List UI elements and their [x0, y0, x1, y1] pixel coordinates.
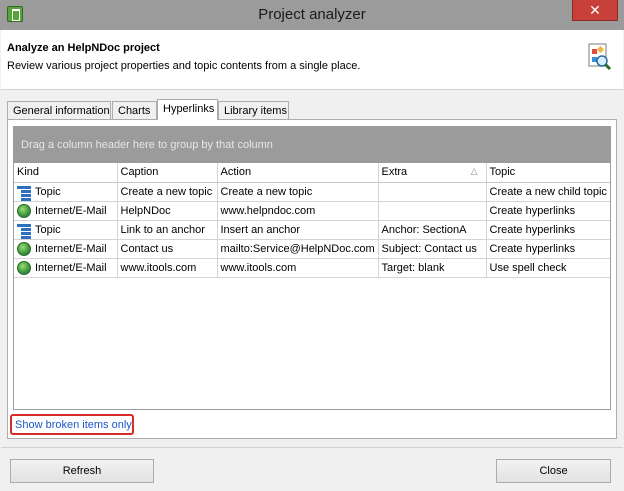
cell-topic: Create a new child topic — [486, 182, 610, 202]
cell-topic: Use spell check — [486, 258, 610, 278]
cell-topic: Create hyperlinks — [486, 220, 610, 240]
kind-cell-content: Topic — [17, 185, 114, 200]
header-panel: Analyze an HelpNDoc project Review vario… — [1, 30, 623, 90]
kind-label: Topic — [35, 185, 61, 198]
cell-caption: www.itools.com — [117, 258, 218, 278]
cell-caption: HelpNDoc — [117, 201, 218, 221]
header-title: Analyze an HelpNDoc project — [7, 42, 160, 54]
kind-label: Internet/E-Mail — [35, 261, 107, 274]
kind-cell-content: Topic — [17, 223, 114, 238]
topic-icon — [17, 223, 31, 238]
hyperlinks-grid: Drag a column header here to group by th… — [13, 126, 611, 410]
column-header-caption[interactable]: Caption — [117, 163, 218, 183]
kind-label: Internet/E-Mail — [35, 242, 107, 255]
topic-icon — [17, 185, 31, 200]
cell-caption: Contact us — [117, 239, 218, 259]
header-description: Review various project properties and to… — [7, 60, 361, 72]
cell-extra: Anchor: SectionA — [378, 220, 487, 240]
hyperlinks-tab-panel: Drag a column header here to group by th… — [7, 119, 617, 439]
globe-icon — [17, 203, 31, 218]
column-header-extra-label: Extra — [381, 166, 408, 179]
tab-hyperlinks[interactable]: Hyperlinks — [157, 99, 218, 120]
column-header-kind[interactable]: Kind — [14, 163, 118, 183]
column-header-extra[interactable]: Extra △ — [378, 163, 487, 183]
kind-cell-content: Internet/E-Mail — [17, 203, 114, 218]
hyperlinks-table: Kind Caption Action Extra △ Topic Topic Cr… — [14, 163, 610, 278]
window-close-button[interactable]: ✕ — [572, 0, 618, 21]
globe-icon — [17, 260, 31, 275]
bottom-button-bar: Refresh Close — [1, 447, 623, 490]
cell-action: www.helpndoc.com — [217, 201, 379, 221]
cell-topic: Create hyperlinks — [486, 239, 610, 259]
table-row[interactable]: Topic Create a new topic Create a new topi… — [14, 182, 610, 202]
cell-kind: Internet/E-Mail — [14, 239, 118, 259]
table-header-row: Kind Caption Action Extra △ Topic — [14, 163, 610, 183]
kind-cell-content: Internet/E-Mail — [17, 260, 114, 275]
table-row[interactable]: Internet/E-Mail Contact us mailto:Service@… — [14, 239, 610, 259]
table-row[interactable]: Internet/E-Mail HelpNDoc www.helpndoc.com C… — [14, 201, 610, 221]
table-body: Topic Create a new topic Create a new topi… — [14, 182, 610, 278]
globe-icon — [17, 241, 31, 256]
tab-charts[interactable]: Charts — [112, 101, 157, 119]
close-button[interactable]: Close — [496, 459, 611, 483]
table-row[interactable]: Topic Link to an anchor Insert an anchor An… — [14, 220, 610, 240]
cell-action: Insert an anchor — [217, 220, 379, 240]
project-analyze-icon — [588, 43, 612, 71]
cell-action: mailto:Service@HelpNDoc.com — [217, 239, 379, 259]
cell-kind: Internet/E-Mail — [14, 201, 118, 221]
cell-extra — [378, 182, 487, 202]
cell-kind: Topic — [14, 182, 118, 202]
show-broken-items-link[interactable]: Show broken items only — [10, 414, 134, 435]
table-row[interactable]: Internet/E-Mail www.itools.com www.itools.… — [14, 258, 610, 278]
column-header-topic[interactable]: Topic — [486, 163, 610, 183]
kind-cell-content: Internet/E-Mail — [17, 241, 114, 256]
group-by-panel[interactable]: Drag a column header here to group by th… — [14, 127, 610, 163]
kind-label: Topic — [35, 223, 61, 236]
tab-library-items[interactable]: Library items — [218, 101, 289, 119]
tab-general-information[interactable]: General information — [7, 101, 111, 119]
window-title: Project analyzer — [258, 6, 366, 23]
cell-action: Create a new topic — [217, 182, 379, 202]
column-header-action[interactable]: Action — [217, 163, 379, 183]
cell-caption: Link to an anchor — [117, 220, 218, 240]
cell-kind: Internet/E-Mail — [14, 258, 118, 278]
cell-action: www.itools.com — [217, 258, 379, 278]
cell-kind: Topic — [14, 220, 118, 240]
refresh-button[interactable]: Refresh — [10, 459, 154, 483]
cell-topic: Create hyperlinks — [486, 201, 610, 221]
kind-label: Internet/E-Mail — [35, 204, 107, 217]
cell-extra — [378, 201, 487, 221]
title-bar: Project analyzer ✕ — [0, 0, 624, 30]
cell-extra: Subject: Contact us — [378, 239, 487, 259]
sort-ascending-icon: △ — [470, 166, 478, 176]
cell-extra: Target: blank — [378, 258, 487, 278]
cell-caption: Create a new topic — [117, 182, 218, 202]
